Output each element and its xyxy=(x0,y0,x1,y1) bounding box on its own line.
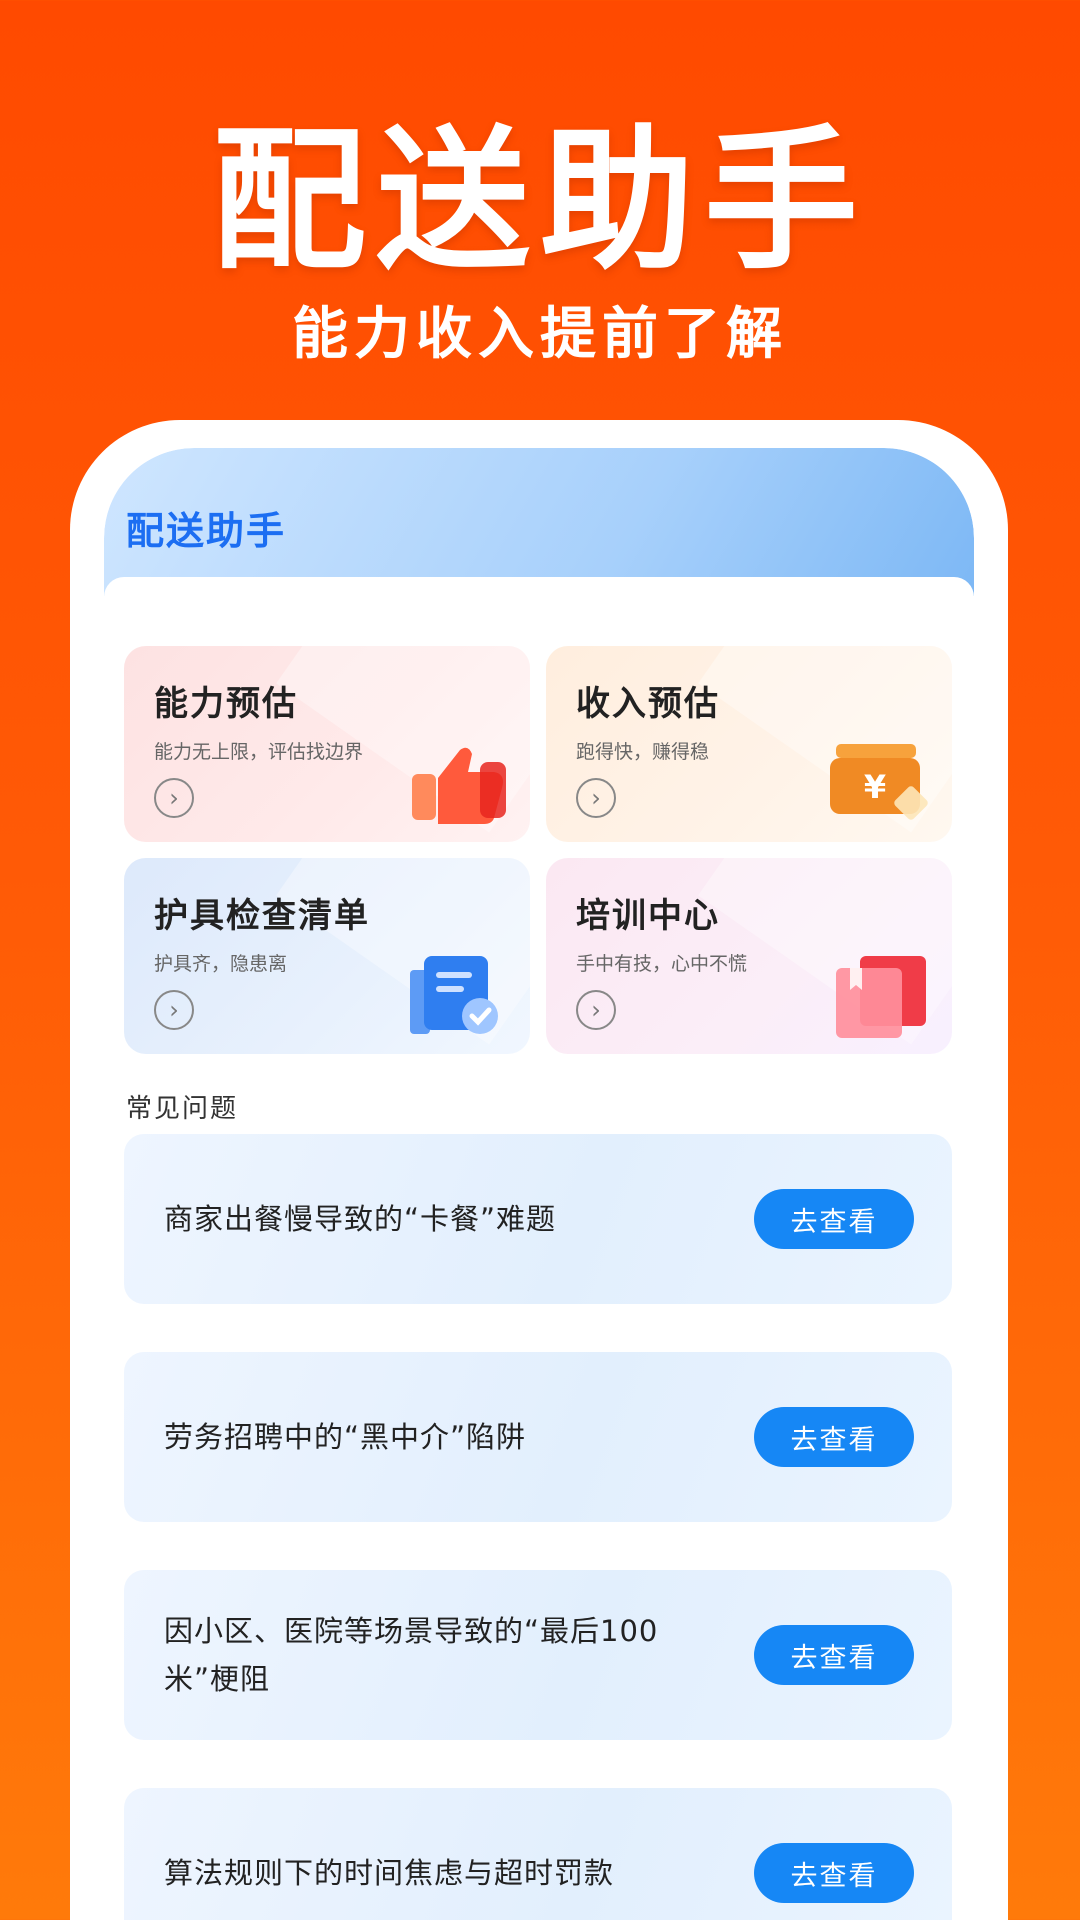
view-button[interactable]: 去查看 xyxy=(754,1843,914,1903)
card-title: 培训中心 xyxy=(576,896,720,936)
card-gear-checklist[interactable]: 护具检查清单 护具齐，隐患离 › xyxy=(124,858,530,1054)
hero-title: 配送助手 xyxy=(211,112,868,291)
wallet-yuan-icon: ¥ xyxy=(830,744,928,820)
card-title: 收入预估 xyxy=(576,684,720,724)
feature-grid: 能力预估 能力无上限，评估找边界 › 收入预估 跑得快，赚得稳 › ¥ 护具检查… xyxy=(124,646,954,1054)
faq-question: 劳务招聘中的“黑中介”陷阱 xyxy=(164,1420,527,1454)
faq-question: 商家出餐慢导致的“卡餐”难题 xyxy=(164,1202,557,1236)
card-title: 能力预估 xyxy=(154,684,298,724)
view-button[interactable]: 去查看 xyxy=(754,1189,914,1249)
thumbs-up-icon xyxy=(412,747,506,824)
phone-mockup: 配送助手 能力预估 能力无上限，评估找边界 › 收入预估 跑得快，赚得稳 › ¥… xyxy=(70,420,1008,1920)
svg-text:¥: ¥ xyxy=(864,768,886,806)
hero-subtitle: 能力收入提前了解 xyxy=(292,302,788,367)
faq-item[interactable]: 商家出餐慢导致的“卡餐”难题 去查看 xyxy=(124,1134,952,1304)
screen-title: 配送助手 xyxy=(126,509,287,553)
faq-question: 算法规则下的时间焦虑与超时罚款 xyxy=(164,1856,615,1890)
card-ability-estimate[interactable]: 能力预估 能力无上限，评估找边界 › xyxy=(124,646,530,842)
view-button[interactable]: 去查看 xyxy=(754,1407,914,1467)
faq-item[interactable]: 因小区、医院等场景导致的“最后100米”梗阻 去查看 xyxy=(124,1570,952,1740)
screen-header: 配送助手 xyxy=(104,448,974,597)
card-training-center[interactable]: 培训中心 手中有技，心中不慌 › xyxy=(546,858,952,1054)
book-icon xyxy=(836,956,926,1038)
chevron-right-icon[interactable]: › xyxy=(154,990,194,1030)
faq-section-label: 常见问题 xyxy=(126,1094,239,1124)
card-income-estimate[interactable]: 收入预估 跑得快，赚得稳 › ¥ xyxy=(546,646,952,842)
chevron-right-icon[interactable]: › xyxy=(576,990,616,1030)
view-button[interactable]: 去查看 xyxy=(754,1625,914,1685)
app-screen: 配送助手 能力预估 能力无上限，评估找边界 › 收入预估 跑得快，赚得稳 › ¥… xyxy=(104,448,974,1920)
faq-item[interactable]: 算法规则下的时间焦虑与超时罚款 去查看 xyxy=(124,1788,952,1920)
chevron-right-icon[interactable]: › xyxy=(576,778,616,818)
card-title: 护具检查清单 xyxy=(154,896,370,936)
faq-question: 因小区、医院等场景导致的“最后100米”梗阻 xyxy=(164,1614,659,1696)
checklist-icon xyxy=(410,956,498,1034)
faq-item[interactable]: 劳务招聘中的“黑中介”陷阱 去查看 xyxy=(124,1352,952,1522)
chevron-right-icon[interactable]: › xyxy=(154,778,194,818)
